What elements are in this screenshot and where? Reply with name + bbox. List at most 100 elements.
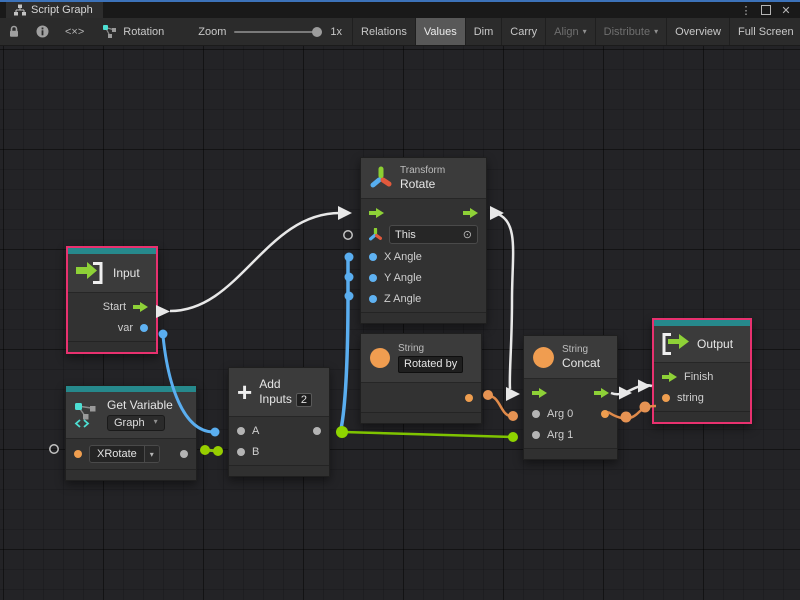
port-row-string[interactable]: string	[654, 387, 750, 408]
add-node[interactable]: + Add Inputs2 A B	[228, 367, 330, 477]
port-label: Y Angle	[384, 272, 422, 284]
info-icon	[36, 25, 49, 38]
transform-icon	[369, 166, 393, 190]
node-title: Input	[113, 266, 140, 280]
port-row-start[interactable]: Start	[68, 296, 156, 317]
concat-node[interactable]: String Concat Arg 0	[523, 335, 618, 460]
port-row-arg1[interactable]: Arg 1	[524, 424, 617, 445]
code-icon: <×>	[65, 26, 84, 38]
sum-output-port-icon	[313, 427, 321, 435]
align-dropdown[interactable]: Align ▾	[546, 18, 594, 45]
port-row-finish[interactable]: Finish	[654, 366, 750, 387]
carry-button[interactable]: Carry	[502, 18, 545, 45]
port-row-flow[interactable]	[361, 202, 486, 223]
node-title: Get Variable	[107, 399, 173, 412]
window-menu-icon[interactable]: ⋮	[738, 3, 754, 17]
breadcrumb[interactable]: Rotation	[92, 18, 174, 45]
this-object-field[interactable]: This ⊙	[389, 225, 478, 244]
port-row-var[interactable]: var	[68, 317, 156, 338]
string-icon	[369, 347, 391, 369]
lock-icon	[8, 25, 20, 38]
port-label: Finish	[684, 371, 713, 383]
rotate-node[interactable]: Transform Rotate This	[360, 157, 487, 324]
node-footer	[361, 412, 481, 423]
port-row-a[interactable]: A	[229, 420, 329, 441]
port-row-arg0[interactable]: Arg 0	[524, 403, 617, 424]
flow-output-icon	[463, 208, 478, 218]
node-category: String	[562, 344, 600, 355]
object-picker-icon[interactable]: ⊙	[463, 228, 472, 241]
flow-output-icon	[594, 388, 609, 398]
port-row-this[interactable]: This ⊙	[361, 223, 486, 246]
fullscreen-button[interactable]: Full Screen	[730, 18, 800, 45]
values-button[interactable]: Values	[416, 18, 465, 45]
port-label: Start	[103, 301, 126, 313]
string-icon	[532, 346, 555, 369]
node-footer	[524, 448, 617, 459]
port-row-z-angle[interactable]: Z Angle	[361, 288, 486, 309]
port-label: A	[252, 425, 259, 437]
chevron-down-icon: ▾	[154, 418, 158, 427]
overview-button[interactable]: Overview	[667, 18, 729, 45]
get-variable-node[interactable]: Get Variable Graph ▾ XRotate ▾	[65, 385, 197, 481]
node-footer	[66, 469, 196, 480]
value-port-icon	[140, 324, 148, 332]
add-icon: +	[237, 382, 252, 402]
string-literal-node[interactable]: String Rotated by	[360, 333, 482, 424]
node-footer	[68, 341, 156, 352]
transform-icon-small	[369, 228, 382, 241]
string-value-field[interactable]: Rotated by	[398, 356, 463, 373]
tab-label: Script Graph	[31, 4, 93, 16]
input-count-field[interactable]: 2	[296, 393, 312, 407]
zoom-slider-handle[interactable]	[312, 27, 322, 37]
window-controls: ⋮ ✕	[738, 2, 800, 18]
relations-button[interactable]: Relations	[353, 18, 415, 45]
output-icon	[662, 333, 690, 355]
get-variable-icon	[74, 402, 100, 428]
port-row-y-angle[interactable]: Y Angle	[361, 267, 486, 288]
port-row-x-angle[interactable]: X Angle	[361, 246, 486, 267]
graph-unit-icon	[102, 24, 117, 39]
string-port-icon	[74, 450, 82, 458]
breadcrumb-label: Rotation	[123, 26, 164, 38]
port-row-flow[interactable]	[524, 382, 617, 403]
node-title: Output	[697, 337, 733, 351]
flow-input-icon	[662, 372, 677, 382]
variable-name-dropdown[interactable]: XRotate ▾	[89, 445, 160, 463]
code-view-button[interactable]: <×>	[57, 18, 92, 45]
string-output-port-icon	[465, 394, 473, 402]
input-icon	[76, 262, 106, 284]
tab-script-graph[interactable]: Script Graph	[6, 2, 103, 18]
port-row-variable-name[interactable]: XRotate ▾	[66, 442, 196, 466]
zoom-label: Zoom	[198, 26, 226, 38]
input-port-icon	[532, 431, 540, 439]
port-row-b[interactable]: B	[229, 441, 329, 462]
dim-button[interactable]: Dim	[466, 18, 502, 45]
flow-input-icon	[369, 208, 384, 218]
lock-button[interactable]	[0, 18, 28, 45]
chevron-down-icon: ▾	[654, 27, 658, 36]
flow-input-icon	[532, 388, 547, 398]
output-node[interactable]: Output Finish string	[652, 318, 752, 424]
chevron-down-icon: ▾	[144, 446, 159, 462]
float-port-icon	[369, 253, 377, 261]
zoom-slider[interactable]	[234, 31, 322, 33]
variable-scope-dropdown[interactable]: Graph ▾	[107, 415, 165, 431]
title-bar: Script Graph ⋮ ✕	[0, 2, 800, 18]
close-icon[interactable]: ✕	[778, 3, 794, 17]
string-port-icon	[662, 394, 670, 402]
port-label: Z Angle	[384, 293, 421, 305]
input-node[interactable]: Input Start var	[66, 246, 158, 354]
port-row-output[interactable]	[361, 386, 481, 409]
distribute-dropdown[interactable]: Distribute ▾	[596, 18, 666, 45]
node-title-line2: Inputs2	[259, 393, 312, 406]
toolbar-right-buttons: Relations Values Dim Carry Align ▾ Distr…	[352, 18, 800, 45]
port-label: X Angle	[384, 251, 422, 263]
node-category: String	[398, 343, 463, 354]
input-port-icon	[237, 427, 245, 435]
zoom-control: Zoom 1x	[188, 18, 352, 45]
info-button[interactable]	[28, 18, 57, 45]
graph-toolbar: <×> Rotation Zoom 1x Relations Values	[0, 18, 800, 46]
input-port-icon	[532, 410, 540, 418]
maximize-icon[interactable]	[758, 3, 774, 17]
